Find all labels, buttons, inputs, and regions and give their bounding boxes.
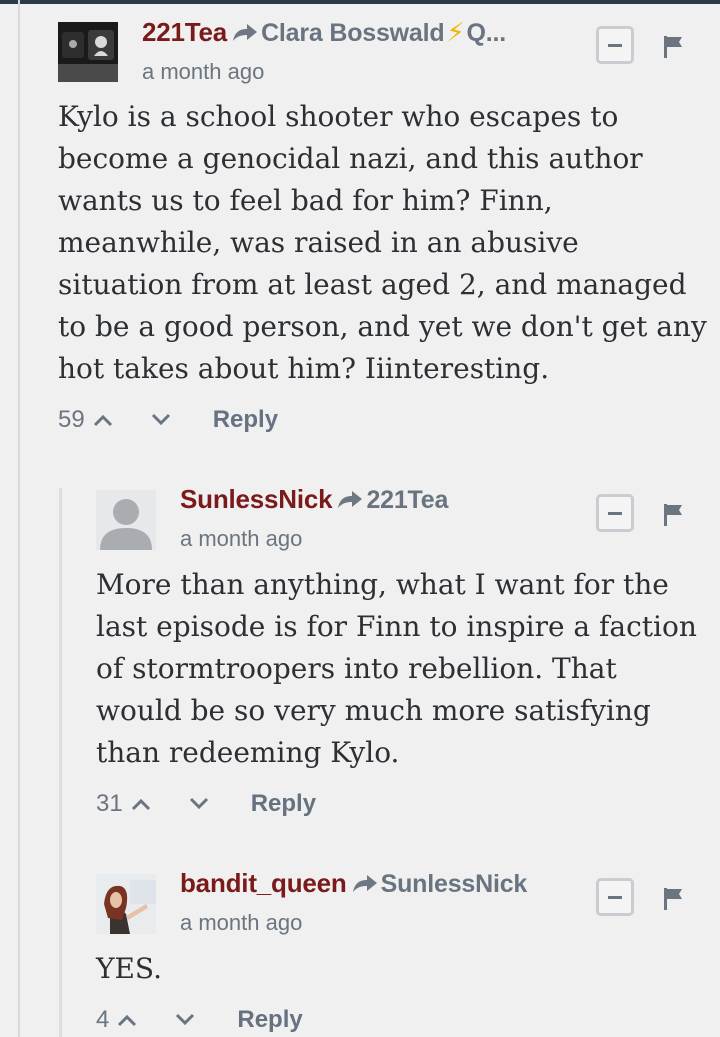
comment-actions: 31 Reply xyxy=(96,790,316,818)
comment-actions: 59 Reply xyxy=(58,406,278,434)
reply-button[interactable]: Reply xyxy=(213,406,278,434)
vote-count: 4 xyxy=(96,1006,110,1033)
reply-thread-line xyxy=(59,488,62,1037)
minus-icon xyxy=(608,43,622,47)
reply-button[interactable]: Reply xyxy=(237,1006,302,1034)
comment-actions: 4 Reply xyxy=(96,1006,303,1034)
reply-target[interactable]: 221Tea xyxy=(366,486,448,514)
vote-count: 59 xyxy=(58,406,85,433)
vote-count: 31 xyxy=(96,790,123,817)
comment-timestamp[interactable]: a month ago xyxy=(180,910,302,936)
comment-timestamp[interactable]: a month ago xyxy=(142,59,264,85)
collapse-button[interactable] xyxy=(596,26,634,64)
reply-arrow-icon xyxy=(338,484,363,515)
chevron-up-icon xyxy=(93,414,112,427)
reply-button[interactable]: Reply xyxy=(251,790,316,818)
comment-body: More than anything, what I want for the … xyxy=(96,568,697,769)
comment-body: Kylo is a school shooter who escapes to … xyxy=(58,100,707,385)
top-bar xyxy=(0,0,720,4)
reply-target[interactable]: Clara Bosswald xyxy=(261,19,445,47)
avatar[interactable] xyxy=(96,874,156,934)
chevron-down-icon xyxy=(151,413,170,426)
comment-author[interactable]: SunlessNick 221Tea xyxy=(180,484,448,515)
author-name[interactable]: 221Tea xyxy=(142,17,227,47)
chevron-up-icon xyxy=(118,1014,137,1027)
upvote-button[interactable] xyxy=(131,797,151,811)
comment-author[interactable]: bandit_queen SunlessNick xyxy=(180,868,527,899)
flag-icon[interactable] xyxy=(664,504,684,526)
upvote-button[interactable] xyxy=(117,1013,137,1027)
thread-line xyxy=(18,0,20,1037)
avatar[interactable] xyxy=(96,490,156,550)
chevron-up-icon xyxy=(131,798,150,811)
flag-icon[interactable] xyxy=(664,888,684,910)
collapse-button[interactable] xyxy=(596,878,634,916)
downvote-button[interactable] xyxy=(151,413,171,427)
minus-icon xyxy=(608,895,622,899)
author-name[interactable]: SunlessNick xyxy=(180,484,333,514)
downvote-button[interactable] xyxy=(175,1013,195,1027)
comment-timestamp[interactable]: a month ago xyxy=(180,526,302,552)
lightning-icon: ⚡ xyxy=(446,17,465,47)
flag-icon[interactable] xyxy=(664,36,684,58)
collapse-button[interactable] xyxy=(596,494,634,532)
chevron-down-icon xyxy=(176,1013,195,1026)
author-name[interactable]: bandit_queen xyxy=(180,868,347,898)
reply-arrow-icon xyxy=(233,17,258,48)
reply-target[interactable]: SunlessNick xyxy=(381,870,528,898)
downvote-button[interactable] xyxy=(189,797,209,811)
avatar[interactable] xyxy=(58,22,118,82)
upvote-button[interactable] xyxy=(93,413,113,427)
minus-icon xyxy=(608,511,622,515)
comment-author[interactable]: 221Tea Clara Bosswald⚡Q... xyxy=(142,17,506,48)
chevron-down-icon xyxy=(189,797,208,810)
reply-arrow-icon xyxy=(352,868,377,899)
reply-target-suffix: Q... xyxy=(466,19,507,47)
comment-body: YES. xyxy=(96,952,163,985)
